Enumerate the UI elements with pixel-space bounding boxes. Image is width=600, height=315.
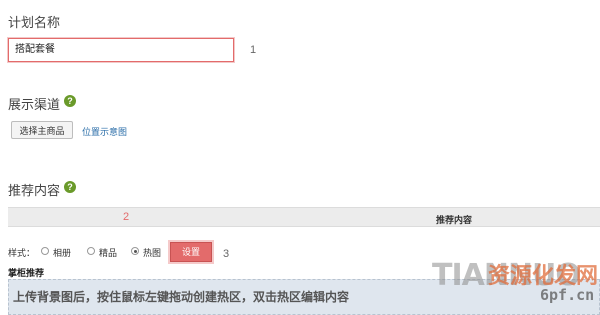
step-marker-3: 3 bbox=[223, 248, 230, 260]
style-radio-premium[interactable] bbox=[87, 247, 95, 255]
style-radio-album[interactable] bbox=[41, 247, 49, 255]
select-main-product-button[interactable]: 选择主商品 bbox=[11, 121, 73, 139]
step-marker-2: 2 bbox=[123, 211, 130, 223]
style-option-premium: 精品 bbox=[99, 248, 118, 258]
channel-label: 展示渠道 bbox=[8, 97, 61, 112]
recommend-label: 推荐内容 bbox=[8, 183, 61, 198]
watermark-url: 6pf.cn bbox=[540, 286, 595, 304]
style-label: 样式： bbox=[8, 248, 36, 258]
plan-name-label: 计划名称 bbox=[8, 15, 61, 30]
style-option-album: 相册 bbox=[53, 248, 72, 258]
section-title: 掌柜推荐 bbox=[8, 268, 45, 278]
settings-button[interactable]: 设置 bbox=[170, 242, 212, 262]
recommend-table-header: 2 推荐内容 bbox=[8, 207, 600, 227]
style-radio-heatmap[interactable] bbox=[131, 247, 139, 255]
style-option-heatmap: 热图 bbox=[143, 248, 162, 258]
column-header-recommend-content: 推荐内容 bbox=[436, 215, 473, 225]
step-marker-1: 1 bbox=[250, 44, 257, 56]
hotspot-instructions: 上传背景图后，按住鼠标左键拖动创建热区，双击热区编辑内容 bbox=[13, 290, 350, 304]
plan-name-input[interactable]: 搭配套餐 bbox=[8, 38, 234, 62]
question-icon[interactable]: ? bbox=[64, 181, 76, 193]
question-icon[interactable]: ? bbox=[64, 95, 76, 107]
position-diagram-link[interactable]: 位置示意图 bbox=[82, 125, 127, 138]
